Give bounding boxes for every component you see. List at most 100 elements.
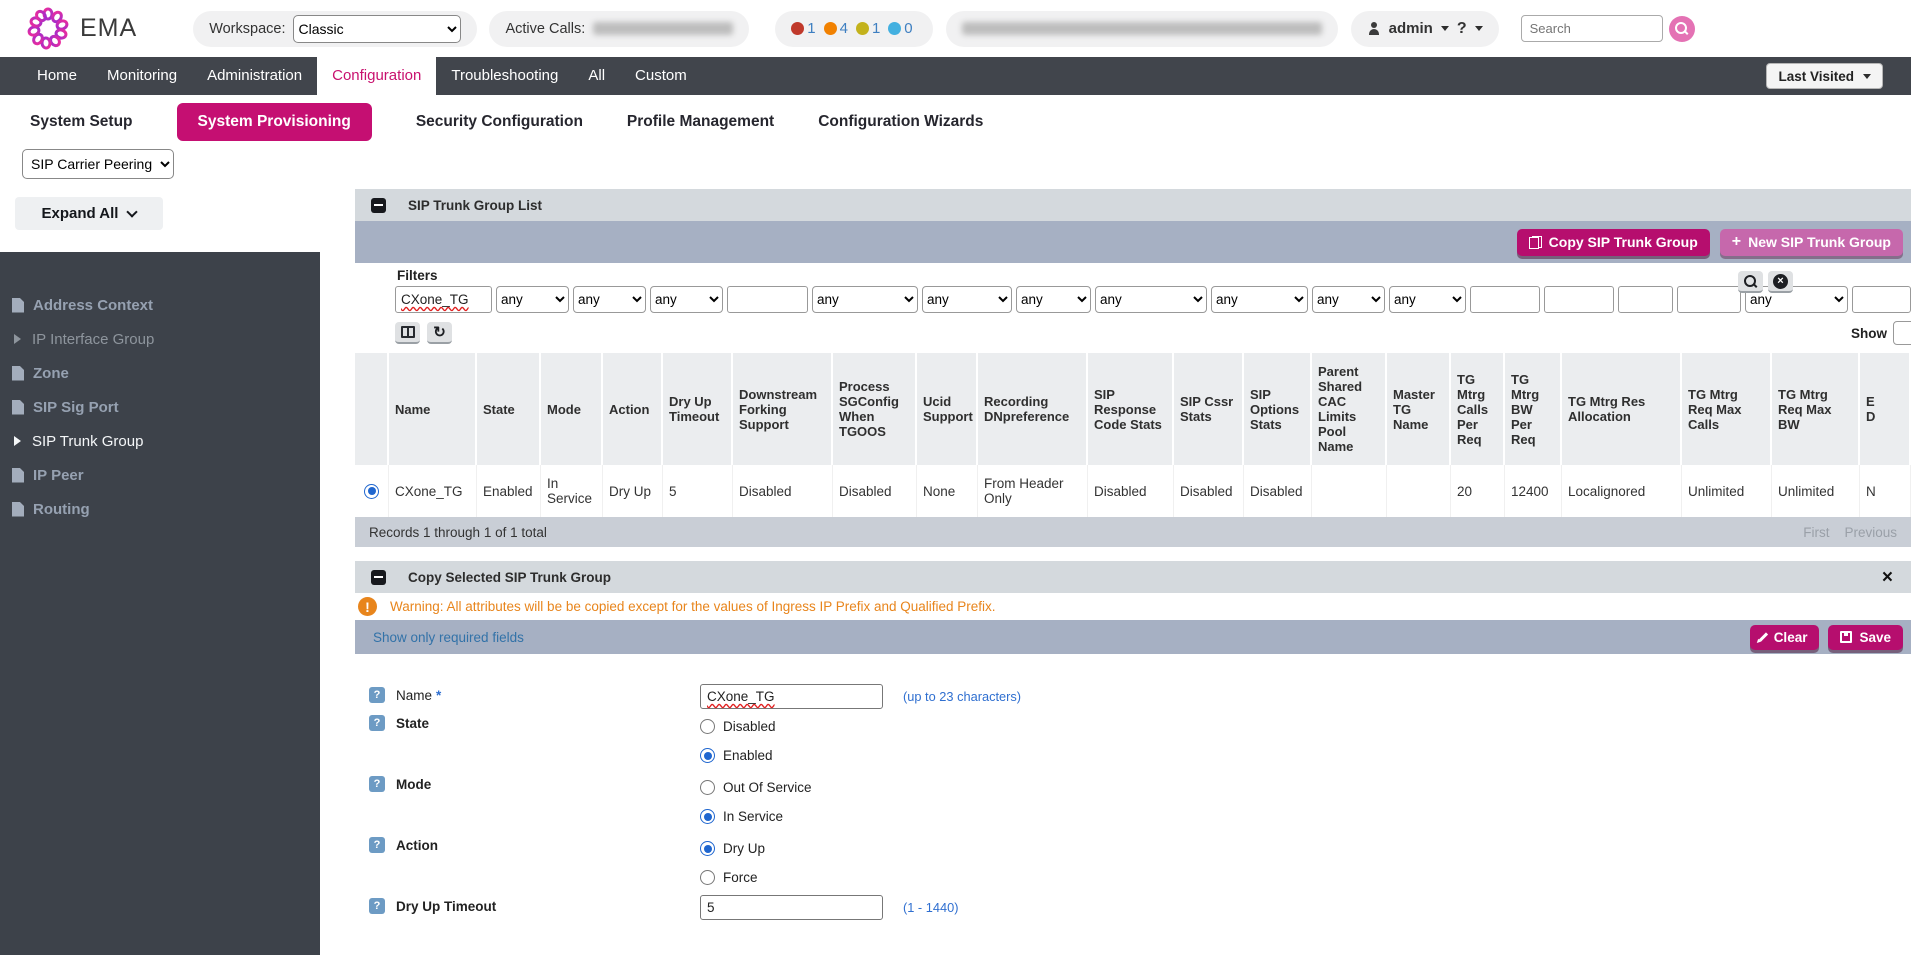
help-icon[interactable]: ? — [369, 776, 385, 792]
filter-select-10[interactable]: any — [1312, 286, 1385, 313]
state-option-disabled[interactable]: Disabled — [700, 712, 776, 741]
apply-filter-button[interactable] — [1738, 271, 1763, 293]
radio-button[interactable] — [700, 870, 715, 885]
nav-item-administration[interactable]: Administration — [192, 57, 317, 95]
mode-option-out-of-service[interactable]: Out Of Service — [700, 773, 812, 802]
search-input[interactable] — [1521, 15, 1663, 42]
action-option-dry-up[interactable]: Dry Up — [700, 834, 765, 863]
filter-input-0[interactable]: CXone_TG — [395, 286, 492, 313]
tab-system-setup[interactable]: System Setup — [30, 113, 133, 131]
collapse-icon[interactable] — [371, 570, 386, 585]
column-header-tg-mtrg-req-max-calls[interactable]: TG Mtrg Req Max Calls — [1682, 353, 1772, 465]
sidebar-item-ip-peer[interactable]: IP Peer — [0, 458, 320, 492]
sidebar-item-zone[interactable]: Zone — [0, 356, 320, 390]
workspace-select[interactable]: Classic — [293, 15, 461, 43]
admin-pill[interactable]: admin ? — [1351, 11, 1499, 47]
column-header-tg-mtrg-res-allocation[interactable]: TG Mtrg Res Allocation — [1562, 353, 1682, 465]
tab-configuration-wizards[interactable]: Configuration Wizards — [818, 113, 983, 131]
show-count-select[interactable] — [1893, 321, 1911, 345]
new-sip-trunk-group-button[interactable]: + New SIP Trunk Group — [1720, 229, 1903, 256]
filter-select-11[interactable]: any — [1389, 286, 1466, 313]
caret-right-icon[interactable] — [14, 436, 21, 446]
filter-select-1[interactable]: any — [496, 286, 569, 313]
column-header-select[interactable] — [355, 353, 389, 465]
tab-profile-management[interactable]: Profile Management — [627, 113, 774, 131]
column-header-name[interactable]: Name — [389, 353, 477, 465]
caret-right-icon[interactable] — [14, 334, 21, 344]
filter-select-6[interactable]: any — [922, 286, 1012, 313]
help-icon[interactable]: ? — [369, 837, 385, 853]
filter-input-4[interactable] — [727, 286, 808, 313]
column-header-tg-mtrg-req-max-bw[interactable]: TG Mtrg Req Max BW — [1772, 353, 1860, 465]
column-header-sip-cssr-stats[interactable]: SIP Cssr Stats — [1174, 353, 1244, 465]
help-icon[interactable]: ? — [369, 715, 385, 731]
dry_up_timeout-input[interactable]: 5 — [700, 895, 883, 920]
nav-item-troubleshooting[interactable]: Troubleshooting — [436, 57, 573, 95]
filter-input-12[interactable] — [1470, 286, 1540, 313]
state-option-enabled[interactable]: Enabled — [700, 741, 776, 770]
filter-select-3[interactable]: any — [650, 286, 723, 313]
nav-item-custom[interactable]: Custom — [620, 57, 702, 95]
column-header-recording-dnpreference[interactable]: Recording DNpreference — [978, 353, 1088, 465]
nav-item-home[interactable]: Home — [22, 57, 92, 95]
filter-input-17[interactable] — [1852, 286, 1911, 313]
collapse-icon[interactable] — [371, 198, 386, 213]
chevron-down-icon[interactable] — [1441, 26, 1449, 31]
copy-sip-trunk-group-button[interactable]: Copy SIP Trunk Group — [1517, 229, 1710, 256]
last-visited-button[interactable]: Last Visited — [1766, 63, 1883, 89]
chevron-down-icon[interactable] — [1475, 26, 1483, 31]
save-button[interactable]: Save — [1828, 625, 1903, 650]
column-header-sip-options-stats[interactable]: SIP Options Stats — [1244, 353, 1312, 465]
sidebar-item-ip-interface-group[interactable]: IP Interface Group — [0, 322, 320, 356]
sidebar-item-sip-trunk-group[interactable]: SIP Trunk Group — [0, 424, 320, 458]
column-header-process-sgconfig-when-tgoos[interactable]: Process SGConfig When TGOOS — [833, 353, 917, 465]
radio-button[interactable] — [700, 748, 715, 763]
refresh-button[interactable]: ↻ — [427, 322, 452, 344]
help-button[interactable]: ? — [1457, 20, 1467, 38]
mode-option-in-service[interactable]: In Service — [700, 802, 812, 831]
clear-button[interactable]: Clear — [1750, 625, 1820, 650]
filter-select-8[interactable]: any — [1095, 286, 1207, 313]
show-required-link[interactable]: Show only required fields — [373, 630, 524, 645]
nav-item-monitoring[interactable]: Monitoring — [92, 57, 192, 95]
expand-all-button[interactable]: Expand All — [15, 197, 163, 230]
action-option-force[interactable]: Force — [700, 863, 765, 892]
column-header-action[interactable]: Action — [603, 353, 663, 465]
column-header-tg-mtrg-bw-per-req[interactable]: TG Mtrg BW Per Req — [1505, 353, 1562, 465]
column-header-state[interactable]: State — [477, 353, 541, 465]
close-icon[interactable]: × — [1882, 568, 1893, 587]
row-radio[interactable] — [364, 484, 379, 499]
column-header-parent-shared-cac-limits-pool-name[interactable]: Parent Shared CAC Limits Pool Name — [1312, 353, 1387, 465]
help-icon[interactable]: ? — [369, 687, 385, 703]
column-header-master-tg-name[interactable]: Master TG Name — [1387, 353, 1451, 465]
sidebar-item-sip-sig-port[interactable]: SIP Sig Port — [0, 390, 320, 424]
radio-button[interactable] — [700, 841, 715, 856]
column-header-e-d[interactable]: E D — [1860, 353, 1911, 465]
filter-input-15[interactable] — [1677, 286, 1741, 313]
pager-previous[interactable]: Previous — [1844, 525, 1897, 540]
sidebar-item-routing[interactable]: Routing — [0, 492, 320, 526]
name-input[interactable]: CXone_TG — [700, 684, 883, 709]
column-header-sip-response-code-stats[interactable]: SIP Response Code Stats — [1088, 353, 1174, 465]
column-header-dry-up-timeout[interactable]: Dry Up Timeout — [663, 353, 733, 465]
radio-button[interactable] — [700, 780, 715, 795]
context-select[interactable]: SIP Carrier Peering — [22, 149, 174, 179]
tab-system-provisioning[interactable]: System Provisioning — [177, 103, 372, 141]
filter-input-13[interactable] — [1544, 286, 1614, 313]
filter-select-5[interactable]: any — [812, 286, 918, 313]
pager-first[interactable]: First — [1803, 525, 1829, 540]
filter-input-14[interactable] — [1618, 286, 1673, 313]
search-button[interactable] — [1669, 16, 1695, 42]
column-header-ucid-support[interactable]: Ucid Support — [917, 353, 978, 465]
radio-button[interactable] — [700, 809, 715, 824]
column-header-downstream-forking-support[interactable]: Downstream Forking Support — [733, 353, 833, 465]
filter-select-9[interactable]: any — [1211, 286, 1308, 313]
column-selector-button[interactable] — [395, 322, 420, 344]
clear-filter-button[interactable]: × — [1768, 271, 1793, 293]
filter-select-2[interactable]: any — [573, 286, 646, 313]
nav-item-all[interactable]: All — [573, 57, 620, 95]
nav-item-configuration[interactable]: Configuration — [317, 57, 436, 95]
help-icon[interactable]: ? — [369, 898, 385, 914]
filter-select-7[interactable]: any — [1016, 286, 1091, 313]
column-header-tg-mtrg-calls-per-req[interactable]: TG Mtrg Calls Per Req — [1451, 353, 1505, 465]
